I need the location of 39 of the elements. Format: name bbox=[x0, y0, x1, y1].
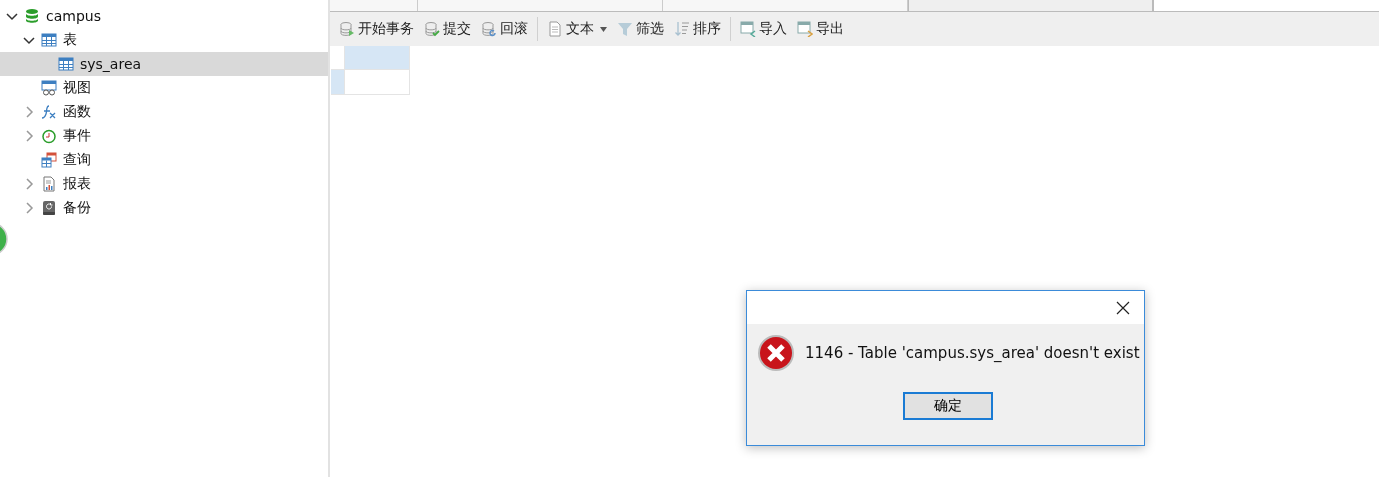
tree-item-label[interactable]: 表 bbox=[63, 31, 77, 49]
clock-icon bbox=[41, 128, 57, 144]
toolbar-button[interactable]: 筛选 bbox=[614, 18, 667, 40]
caret-icon bbox=[600, 26, 607, 32]
toolbar-button[interactable]: 文本 bbox=[544, 18, 610, 40]
toolbar-button[interactable]: 导入 bbox=[737, 18, 790, 40]
database-undo-icon bbox=[481, 21, 497, 37]
tree-item-label[interactable]: 事件 bbox=[63, 127, 91, 145]
close-icon[interactable] bbox=[1116, 300, 1130, 315]
filter-icon bbox=[617, 21, 633, 37]
tree-item-label[interactable]: sys_area bbox=[80, 56, 142, 72]
toolbar-button[interactable]: 开始事务 bbox=[336, 18, 417, 40]
database-check-icon bbox=[424, 21, 440, 37]
tree-item-label[interactable]: 查询 bbox=[63, 151, 91, 169]
view-icon bbox=[41, 80, 57, 96]
grid-cell[interactable] bbox=[345, 70, 410, 95]
toolbar-button[interactable]: 回滚 bbox=[478, 18, 531, 40]
function-icon bbox=[41, 104, 57, 120]
toolbar-button[interactable]: 提交 bbox=[421, 18, 474, 40]
database-play-icon bbox=[339, 21, 355, 37]
table-icon bbox=[41, 32, 57, 48]
tree-item-label[interactable]: 视图 bbox=[63, 79, 91, 97]
toolbar-button[interactable]: 导出 bbox=[794, 18, 847, 40]
tree-item-highlight[interactable]: sys_area bbox=[0, 52, 328, 76]
tree-item-label[interactable]: 函数 bbox=[63, 103, 91, 121]
table-icon bbox=[58, 56, 74, 72]
database-icon bbox=[24, 8, 40, 24]
toolbar-button[interactable]: 排序 bbox=[671, 18, 724, 40]
ok-button[interactable]: 确定 bbox=[903, 392, 993, 420]
query-icon bbox=[41, 152, 57, 168]
error-icon bbox=[757, 334, 795, 372]
tree-item-label[interactable]: 备份 bbox=[63, 199, 91, 217]
error-message: 1146 - Table 'campus.sys_area' doesn't exist bbox=[805, 344, 1140, 362]
backup-icon bbox=[41, 200, 57, 216]
report-icon bbox=[41, 176, 57, 192]
tree-item-label[interactable]: 报表 bbox=[63, 175, 91, 193]
sort-icon bbox=[674, 21, 690, 37]
document-icon bbox=[547, 21, 563, 37]
tree-item-label[interactable]: campus bbox=[46, 8, 101, 24]
